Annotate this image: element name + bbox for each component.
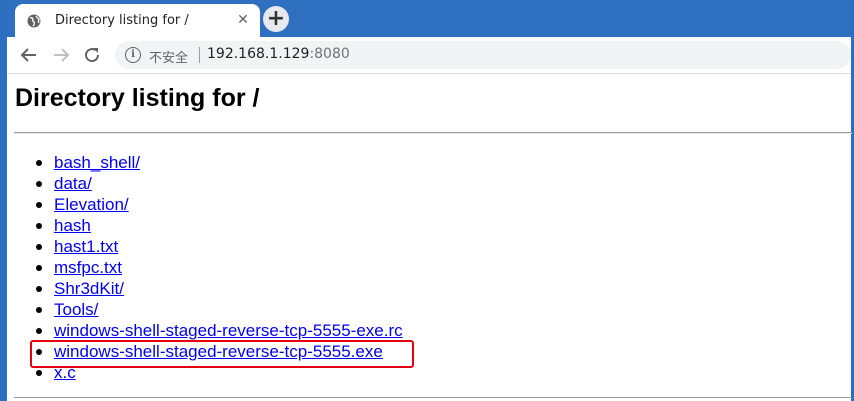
- bullet-icon: [36, 181, 42, 187]
- reload-button[interactable]: [80, 43, 104, 67]
- bullet-icon: [36, 244, 42, 250]
- list-item: bash_shell/: [7, 152, 403, 173]
- file-link[interactable]: Tools/: [54, 300, 98, 319]
- omnibox-divider: [199, 47, 200, 63]
- url-text[interactable]: 192.168.1.129:8080: [207, 46, 350, 62]
- list-item: msfpc.txt: [7, 257, 403, 278]
- highlight-box: [30, 340, 414, 368]
- list-item: Elevation/: [7, 194, 403, 215]
- file-link[interactable]: hash: [54, 216, 91, 235]
- page-content: Directory listing for / bash_shell/ data…: [7, 74, 852, 401]
- file-link[interactable]: data/: [54, 174, 92, 193]
- close-tab-icon[interactable]: ✕: [235, 12, 251, 28]
- bullet-icon: [36, 328, 42, 334]
- reload-icon: [85, 48, 100, 63]
- list-item: Shr3dKit/: [7, 278, 403, 299]
- list-item: windows-shell-staged-reverse-tcp-5555-ex…: [7, 320, 403, 341]
- file-link[interactable]: Shr3dKit/: [54, 279, 124, 298]
- url-host: 192.168.1.129: [207, 46, 310, 62]
- file-link[interactable]: bash_shell/: [54, 153, 140, 172]
- forward-arrow-icon: [54, 48, 70, 62]
- bullet-icon: [36, 223, 42, 229]
- top-divider: [14, 132, 852, 134]
- bullet-icon: [36, 370, 42, 376]
- bullet-icon: [36, 307, 42, 313]
- tab-strip: Directory listing for / ✕ +: [7, 0, 851, 37]
- browser-tab[interactable]: Directory listing for / ✕: [15, 4, 260, 37]
- globe-icon: [27, 13, 41, 28]
- file-link[interactable]: msfpc.txt: [54, 258, 122, 277]
- browser-toolbar: i 不安全 192.168.1.129:8080: [7, 37, 851, 74]
- file-link[interactable]: hast1.txt: [54, 237, 118, 256]
- desktop-edge-left: [0, 0, 7, 401]
- address-bar[interactable]: i 不安全 192.168.1.129:8080: [115, 41, 851, 69]
- bullet-icon: [36, 160, 42, 166]
- forward-button[interactable]: [49, 43, 73, 67]
- bullet-icon: [36, 286, 42, 292]
- bullet-icon: [36, 202, 42, 208]
- back-button[interactable]: [17, 43, 41, 67]
- bottom-divider: [14, 397, 852, 398]
- bullet-icon: [36, 265, 42, 271]
- tab-title: Directory listing for /: [55, 13, 189, 28]
- page-heading: Directory listing for /: [15, 84, 260, 112]
- list-item: Tools/: [7, 299, 403, 320]
- file-link[interactable]: Elevation/: [54, 195, 129, 214]
- info-icon[interactable]: i: [125, 47, 141, 63]
- file-link[interactable]: windows-shell-staged-reverse-tcp-5555-ex…: [54, 321, 403, 340]
- list-item: data/: [7, 173, 403, 194]
- list-item: hast1.txt: [7, 236, 403, 257]
- not-secure-label[interactable]: 不安全: [149, 47, 188, 66]
- url-port: :8080: [309, 46, 350, 62]
- list-item: hash: [7, 215, 403, 236]
- back-arrow-icon: [20, 48, 36, 62]
- new-tab-button[interactable]: +: [263, 6, 289, 32]
